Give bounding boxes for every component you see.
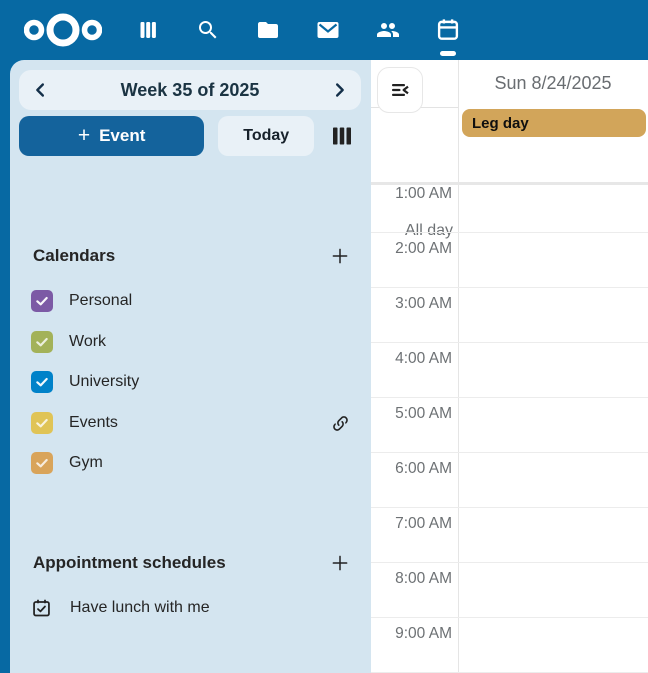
calendars-title: Calendars (33, 246, 322, 266)
next-week-button[interactable] (317, 70, 361, 110)
time-label: 8:00 AM (371, 569, 452, 589)
calendar-name: University (69, 373, 358, 391)
week-title: Week 35 of 2025 (63, 80, 317, 101)
calendar-name: Events (69, 414, 322, 432)
appointments-section-header: Appointment schedules (33, 545, 358, 581)
sidebar: Week 35 of 2025 + Event Today (10, 60, 371, 673)
check-icon (34, 455, 50, 471)
new-event-button[interactable]: + Event (19, 116, 204, 156)
backburger-icon (388, 78, 412, 102)
day-column-header[interactable]: Sun 8/24/2025 (458, 60, 648, 107)
time-label: 4:00 AM (371, 349, 452, 369)
calendar-name: Personal (69, 292, 358, 310)
shared-link-icon[interactable] (322, 405, 358, 441)
calendar-item-personal[interactable]: Personal (31, 281, 358, 321)
content-frame: Week 35 of 2025 + Event Today (10, 60, 648, 673)
view-selector-button[interactable] (322, 116, 361, 156)
calendar-checkbox[interactable] (31, 452, 53, 474)
top-bar (0, 0, 648, 60)
check-icon (34, 374, 50, 390)
calendar-checkbox[interactable] (31, 290, 53, 312)
appointment-schedule-item[interactable]: Have lunch with me (31, 588, 358, 628)
calendar-view: Sun 8/24/2025 Leg day All day 1:00 AM 2:… (371, 60, 648, 673)
view-grid-icon (331, 126, 353, 146)
calendar-name: Gym (69, 454, 358, 472)
event-leg-day[interactable]: Leg day (462, 109, 646, 137)
appointment-schedule-name: Have lunch with me (70, 599, 210, 617)
calendar-checkbox[interactable] (31, 371, 53, 393)
action-buttons: + Event Today (19, 116, 361, 156)
mail-icon[interactable] (306, 8, 350, 52)
check-icon (34, 293, 50, 309)
time-label: 6:00 AM (371, 459, 452, 479)
check-icon (34, 415, 50, 431)
plus-icon (330, 553, 350, 573)
new-event-label: Event (99, 126, 145, 146)
search-icon[interactable] (186, 8, 230, 52)
time-label: 9:00 AM (371, 624, 452, 644)
active-app-indicator (440, 51, 456, 56)
add-appointment-schedule-button[interactable] (322, 545, 358, 581)
calendar-icon[interactable] (426, 8, 470, 52)
check-icon (34, 334, 50, 350)
event-title: Leg day (472, 115, 529, 132)
time-label: 2:00 AM (371, 239, 452, 259)
appointments-title: Appointment schedules (33, 553, 322, 573)
time-label: 1:00 AM (371, 184, 452, 204)
calendars-section-header: Calendars (33, 238, 358, 274)
contacts-icon[interactable] (366, 8, 410, 52)
calendar-checkbox[interactable] (31, 412, 53, 434)
previous-week-button[interactable] (19, 70, 63, 110)
plus-icon: + (78, 125, 90, 146)
calendar-item-university[interactable]: University (31, 362, 358, 402)
dashboard-icon[interactable] (126, 8, 170, 52)
week-navigation: Week 35 of 2025 (19, 70, 361, 110)
nextcloud-logo[interactable] (24, 7, 102, 58)
add-calendar-button[interactable] (322, 238, 358, 274)
files-icon[interactable] (246, 8, 290, 52)
time-label: 7:00 AM (371, 514, 452, 534)
calendar-name: Work (69, 333, 358, 351)
calendar-checkbox[interactable] (31, 331, 53, 353)
calendar-item-work[interactable]: Work (31, 322, 358, 362)
plus-icon (330, 246, 350, 266)
calendar-item-events[interactable]: Events (31, 403, 358, 443)
time-label: 3:00 AM (371, 294, 452, 314)
calendar-check-icon (31, 598, 52, 619)
today-button[interactable]: Today (218, 116, 314, 156)
calendar-item-gym[interactable]: Gym (31, 443, 358, 483)
time-label: 5:00 AM (371, 404, 452, 424)
collapse-sidebar-button[interactable] (377, 67, 423, 113)
